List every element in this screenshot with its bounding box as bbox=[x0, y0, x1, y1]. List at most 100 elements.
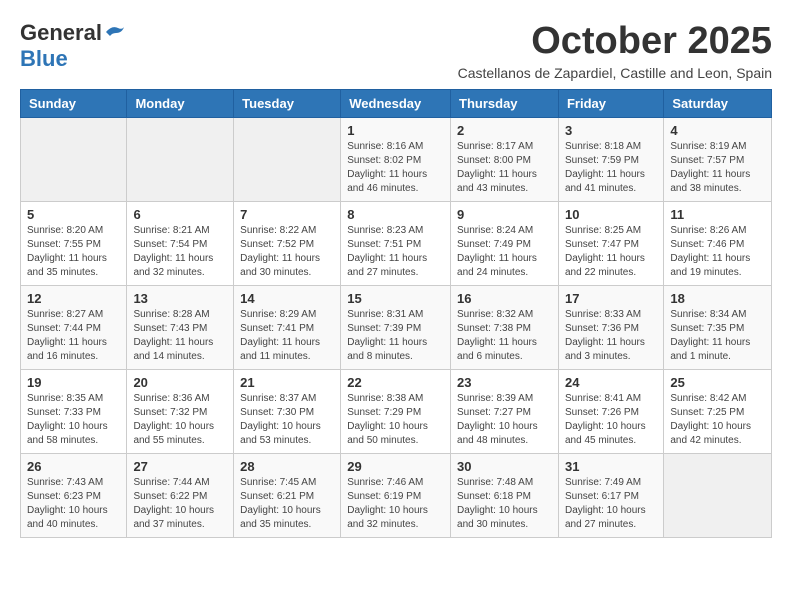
day-info: Sunrise: 8:23 AM Sunset: 7:51 PM Dayligh… bbox=[347, 224, 444, 280]
calendar-cell: 19 Sunrise: 8:35 AM Sunset: 7:33 PM Dayli… bbox=[21, 370, 127, 454]
calendar-cell: 15 Sunrise: 8:31 AM Sunset: 7:39 PM Dayli… bbox=[341, 286, 451, 370]
day-info: Sunrise: 8:20 AM Sunset: 7:55 PM Dayligh… bbox=[27, 224, 120, 280]
day-number: 14 bbox=[240, 291, 334, 306]
day-info: Sunrise: 8:41 AM Sunset: 7:26 PM Dayligh… bbox=[565, 392, 657, 448]
header-friday: Friday bbox=[558, 90, 663, 118]
day-info: Sunrise: 7:43 AM Sunset: 6:23 PM Dayligh… bbox=[27, 476, 120, 532]
day-number: 3 bbox=[565, 123, 657, 138]
location-subtitle: Castellanos de Zapardiel, Castille and L… bbox=[458, 65, 772, 81]
day-info: Sunrise: 7:46 AM Sunset: 6:19 PM Dayligh… bbox=[347, 476, 444, 532]
header-thursday: Thursday bbox=[451, 90, 559, 118]
calendar-cell: 2 Sunrise: 8:17 AM Sunset: 8:00 PM Daylig… bbox=[451, 118, 559, 202]
calendar-cell: 21Sunrise: 8:37 AM Sunset: 7:30 PM Dayli… bbox=[234, 370, 341, 454]
day-number: 8 bbox=[347, 207, 444, 222]
day-info: Sunrise: 7:48 AM Sunset: 6:18 PM Dayligh… bbox=[457, 476, 552, 532]
calendar-cell: 17 Sunrise: 8:33 AM Sunset: 7:36 PM Dayli… bbox=[558, 286, 663, 370]
day-number: 6 bbox=[133, 207, 227, 222]
day-number: 22 bbox=[347, 375, 444, 390]
calendar-cell bbox=[127, 118, 234, 202]
day-info: Sunrise: 8:34 AM Sunset: 7:35 PM Dayligh… bbox=[670, 308, 765, 364]
day-number: 21 bbox=[240, 375, 334, 390]
day-number: 20 bbox=[133, 375, 227, 390]
day-number: 19 bbox=[27, 375, 120, 390]
day-info: Sunrise: 8:29 AM Sunset: 7:41 PM Dayligh… bbox=[240, 308, 334, 364]
day-number: 29 bbox=[347, 459, 444, 474]
calendar-week-2: 5 Sunrise: 8:20 AM Sunset: 7:55 PM Daylig… bbox=[21, 202, 772, 286]
calendar-cell: 18 Sunrise: 8:34 AM Sunset: 7:35 PM Dayli… bbox=[664, 286, 772, 370]
calendar-cell: 13 Sunrise: 8:28 AM Sunset: 7:43 PM Dayli… bbox=[127, 286, 234, 370]
month-year-title: October 2025 bbox=[458, 20, 772, 63]
calendar-cell: 26Sunrise: 7:43 AM Sunset: 6:23 PM Dayli… bbox=[21, 454, 127, 538]
calendar-cell bbox=[234, 118, 341, 202]
header-saturday: Saturday bbox=[664, 90, 772, 118]
day-info: Sunrise: 8:42 AM Sunset: 7:25 PM Dayligh… bbox=[670, 392, 765, 448]
day-number: 11 bbox=[670, 207, 765, 222]
day-number: 31 bbox=[565, 459, 657, 474]
header-tuesday: Tuesday bbox=[234, 90, 341, 118]
day-info: Sunrise: 8:18 AM Sunset: 7:59 PM Dayligh… bbox=[565, 140, 657, 196]
calendar-cell: 11 Sunrise: 8:26 AM Sunset: 7:46 PM Dayli… bbox=[664, 202, 772, 286]
calendar-cell: 4 Sunrise: 8:19 AM Sunset: 7:57 PM Daylig… bbox=[664, 118, 772, 202]
day-info: Sunrise: 8:25 AM Sunset: 7:47 PM Dayligh… bbox=[565, 224, 657, 280]
header-sunday: Sunday bbox=[21, 90, 127, 118]
calendar-cell: 3 Sunrise: 8:18 AM Sunset: 7:59 PM Daylig… bbox=[558, 118, 663, 202]
logo: General Blue bbox=[20, 20, 126, 72]
day-number: 24 bbox=[565, 375, 657, 390]
day-number: 30 bbox=[457, 459, 552, 474]
calendar-cell: 25 Sunrise: 8:42 AM Sunset: 7:25 PM Dayli… bbox=[664, 370, 772, 454]
day-info: Sunrise: 8:26 AM Sunset: 7:46 PM Dayligh… bbox=[670, 224, 765, 280]
day-number: 10 bbox=[565, 207, 657, 222]
day-info: Sunrise: 8:38 AM Sunset: 7:29 PM Dayligh… bbox=[347, 392, 444, 448]
day-info: Sunrise: 8:35 AM Sunset: 7:33 PM Dayligh… bbox=[27, 392, 120, 448]
day-number: 4 bbox=[670, 123, 765, 138]
header-monday: Monday bbox=[127, 90, 234, 118]
day-info: Sunrise: 8:39 AM Sunset: 7:27 PM Dayligh… bbox=[457, 392, 552, 448]
calendar-cell: 12 Sunrise: 8:27 AM Sunset: 7:44 PM Dayli… bbox=[21, 286, 127, 370]
day-info: Sunrise: 8:28 AM Sunset: 7:43 PM Dayligh… bbox=[133, 308, 227, 364]
day-number: 2 bbox=[457, 123, 552, 138]
day-number: 16 bbox=[457, 291, 552, 306]
calendar-cell: 27 Sunrise: 7:44 AM Sunset: 6:22 PM Dayli… bbox=[127, 454, 234, 538]
day-number: 18 bbox=[670, 291, 765, 306]
calendar-cell: 9 Sunrise: 8:24 AM Sunset: 7:49 PM Daylig… bbox=[451, 202, 559, 286]
logo-blue-text: Blue bbox=[20, 46, 68, 72]
day-info: Sunrise: 7:49 AM Sunset: 6:17 PM Dayligh… bbox=[565, 476, 657, 532]
day-number: 7 bbox=[240, 207, 334, 222]
calendar-cell bbox=[21, 118, 127, 202]
day-info: Sunrise: 8:19 AM Sunset: 7:57 PM Dayligh… bbox=[670, 140, 765, 196]
calendar-table: Sunday Monday Tuesday Wednesday Thursday… bbox=[20, 89, 772, 538]
calendar-cell: 29 Sunrise: 7:46 AM Sunset: 6:19 PM Dayli… bbox=[341, 454, 451, 538]
calendar-cell: 31 Sunrise: 7:49 AM Sunset: 6:17 PM Dayli… bbox=[558, 454, 663, 538]
day-info: Sunrise: 7:44 AM Sunset: 6:22 PM Dayligh… bbox=[133, 476, 227, 532]
calendar-week-5: 26Sunrise: 7:43 AM Sunset: 6:23 PM Dayli… bbox=[21, 454, 772, 538]
calendar-cell: 20Sunrise: 8:36 AM Sunset: 7:32 PM Dayli… bbox=[127, 370, 234, 454]
calendar-header-row: Sunday Monday Tuesday Wednesday Thursday… bbox=[21, 90, 772, 118]
calendar-cell bbox=[664, 454, 772, 538]
header-wednesday: Wednesday bbox=[341, 90, 451, 118]
calendar-cell: 14 Sunrise: 8:29 AM Sunset: 7:41 PM Dayli… bbox=[234, 286, 341, 370]
day-info: Sunrise: 8:32 AM Sunset: 7:38 PM Dayligh… bbox=[457, 308, 552, 364]
day-number: 5 bbox=[27, 207, 120, 222]
calendar-cell: 1Sunrise: 8:16 AM Sunset: 8:02 PM Daylig… bbox=[341, 118, 451, 202]
day-number: 1 bbox=[347, 123, 444, 138]
calendar-cell: 23Sunrise: 8:39 AM Sunset: 7:27 PM Dayli… bbox=[451, 370, 559, 454]
calendar-week-3: 12 Sunrise: 8:27 AM Sunset: 7:44 PM Dayli… bbox=[21, 286, 772, 370]
day-number: 27 bbox=[133, 459, 227, 474]
day-number: 12 bbox=[27, 291, 120, 306]
day-info: Sunrise: 8:27 AM Sunset: 7:44 PM Dayligh… bbox=[27, 308, 120, 364]
calendar-cell: 7 Sunrise: 8:22 AM Sunset: 7:52 PM Daylig… bbox=[234, 202, 341, 286]
day-number: 13 bbox=[133, 291, 227, 306]
calendar-week-4: 19 Sunrise: 8:35 AM Sunset: 7:33 PM Dayli… bbox=[21, 370, 772, 454]
day-info: Sunrise: 8:31 AM Sunset: 7:39 PM Dayligh… bbox=[347, 308, 444, 364]
calendar-cell: 30 Sunrise: 7:48 AM Sunset: 6:18 PM Dayli… bbox=[451, 454, 559, 538]
day-info: Sunrise: 8:22 AM Sunset: 7:52 PM Dayligh… bbox=[240, 224, 334, 280]
day-number: 25 bbox=[670, 375, 765, 390]
day-info: Sunrise: 8:24 AM Sunset: 7:49 PM Dayligh… bbox=[457, 224, 552, 280]
calendar-week-1: 1Sunrise: 8:16 AM Sunset: 8:02 PM Daylig… bbox=[21, 118, 772, 202]
day-number: 9 bbox=[457, 207, 552, 222]
day-info: Sunrise: 8:17 AM Sunset: 8:00 PM Dayligh… bbox=[457, 140, 552, 196]
day-number: 15 bbox=[347, 291, 444, 306]
day-info: Sunrise: 8:33 AM Sunset: 7:36 PM Dayligh… bbox=[565, 308, 657, 364]
day-number: 17 bbox=[565, 291, 657, 306]
calendar-cell: 22 Sunrise: 8:38 AM Sunset: 7:29 PM Dayli… bbox=[341, 370, 451, 454]
